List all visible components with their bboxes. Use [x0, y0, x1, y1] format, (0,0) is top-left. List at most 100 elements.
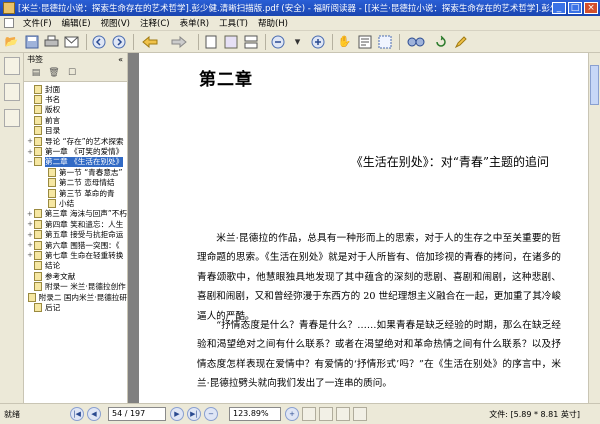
bookmark-item[interactable]: + 第三章 海沫与回声”不朽	[24, 209, 127, 219]
bookmark-item[interactable]: 参考文献	[24, 271, 127, 281]
menu-bar: 文件(F) 编辑(E) 视图(V) 注释(C) 表单(R) 工具(T) 帮助(H…	[0, 16, 600, 31]
bookmark-label: 书名	[45, 95, 61, 105]
next-page-button[interactable]: ▶	[170, 407, 184, 421]
bookmark-item[interactable]: 版权	[24, 105, 127, 115]
bookmark-label: 目录	[45, 126, 61, 136]
document-view[interactable]: 第二章 《生活在别处》：对“青春”主题的追问 米兰·昆德拉的作品，总具有一种形而…	[128, 53, 600, 403]
bookmark-item[interactable]: 附录一 米兰·昆德拉创作	[24, 281, 127, 291]
pages-tab-icon[interactable]	[4, 83, 20, 101]
expand-toggle-icon[interactable]: +	[26, 251, 34, 259]
bookmark-item[interactable]: 封面	[24, 84, 127, 94]
expand-toggle-icon[interactable]: +	[26, 220, 34, 228]
menu-edit[interactable]: 编辑(E)	[57, 17, 96, 29]
zoom-out-button[interactable]: −	[204, 407, 218, 421]
print-icon[interactable]	[43, 33, 60, 50]
facing-page-icon[interactable]	[222, 33, 239, 50]
bookmark-label: 参考文献	[45, 271, 76, 281]
find-icon[interactable]	[403, 33, 429, 50]
continuous-facing-view-icon[interactable]	[353, 407, 367, 421]
bookmark-item[interactable]: 第三节 革命的青	[24, 188, 127, 198]
bookmark-item[interactable]: 目录	[24, 126, 127, 136]
bookmark-label: 第一章 《可笑的爱情》	[45, 147, 124, 157]
first-page-icon[interactable]	[90, 33, 107, 50]
bookmark-label: 第三节 革命的青	[59, 188, 115, 198]
minimize-button[interactable]: _	[552, 2, 566, 14]
save-icon[interactable]	[23, 33, 40, 50]
expand-toggle-icon[interactable]: +	[26, 137, 34, 145]
select-text-icon[interactable]	[356, 33, 373, 50]
bookmark-label: 结论	[45, 261, 61, 271]
expand-toggle-icon[interactable]: −	[26, 158, 34, 166]
bookmark-item[interactable]: + 第四章 笑和遗忘：人生	[24, 219, 127, 229]
bookmark-item[interactable]: + 第一章 《可笑的爱情》	[24, 146, 127, 156]
expand-toggle-icon[interactable]: +	[26, 148, 34, 156]
bookmark-item[interactable]: + 第六章 围猎一突围：《	[24, 240, 127, 250]
expand-toggle-icon[interactable]: +	[26, 231, 34, 239]
zoom-dropdown-icon[interactable]: ▾	[289, 33, 306, 50]
last-page-icon[interactable]	[110, 33, 127, 50]
forward-icon[interactable]	[166, 33, 192, 50]
window-title: [米兰·昆德拉小说：探索生命存在的艺术哲学].彭少健.清晰扫描版.pdf (安全…	[18, 4, 552, 14]
expand-all-icon[interactable]: ▤	[30, 68, 42, 80]
single-page-view-icon[interactable]	[302, 407, 316, 421]
open-icon[interactable]: 📂	[3, 33, 20, 50]
continuous-icon[interactable]	[242, 33, 259, 50]
menu-comment[interactable]: 注释(C)	[135, 17, 175, 29]
previous-page-button[interactable]: ◀	[87, 407, 101, 421]
menu-help[interactable]: 帮助(H)	[253, 17, 293, 29]
bookmark-item[interactable]: 前言	[24, 115, 127, 125]
bookmark-item[interactable]: − 第二章 《生活在别处》	[24, 156, 127, 168]
maximize-button[interactable]: □	[568, 2, 582, 14]
bookmark-item[interactable]: + 第五章 接受与抗拒命运	[24, 229, 127, 239]
bookmark-icon	[34, 136, 42, 146]
document-icon[interactable]	[4, 18, 14, 28]
vertical-scrollbar[interactable]	[588, 53, 600, 403]
zoom-out-icon[interactable]	[269, 33, 286, 50]
last-page-button[interactable]: ▶|	[187, 407, 201, 421]
bookmark-label: 前言	[45, 115, 61, 125]
bookmark-item[interactable]: + 导论 “存在”的艺术探索	[24, 136, 127, 146]
bookmark-item[interactable]: 小结	[24, 198, 127, 208]
page-number-input[interactable]: 54 / 197	[108, 407, 166, 421]
bookmark-item[interactable]: 后记	[24, 302, 127, 312]
bookmark-item[interactable]: 第一节 “青春意志”	[24, 167, 127, 177]
expand-toggle-icon[interactable]: +	[26, 241, 34, 249]
bookmarks-tab-icon[interactable]	[4, 57, 20, 75]
hand-tool-icon[interactable]: ✋	[336, 33, 353, 50]
delete-bookmark-icon[interactable]: 🗑	[48, 68, 60, 80]
close-button[interactable]: ×	[584, 2, 598, 14]
expand-toggle-icon[interactable]: +	[26, 210, 34, 218]
first-page-button[interactable]: |◀	[70, 407, 84, 421]
toolbar-separator	[265, 33, 266, 50]
bookmark-item[interactable]: 第二节 恋母情结	[24, 178, 127, 188]
scrollbar-thumb[interactable]	[590, 65, 599, 105]
back-icon[interactable]	[137, 33, 163, 50]
new-bookmark-icon[interactable]: ☐	[66, 68, 78, 80]
zoom-level-input[interactable]: 123.89%	[229, 407, 281, 421]
email-icon[interactable]	[63, 33, 80, 50]
facing-view-icon[interactable]	[336, 407, 350, 421]
bookmark-item[interactable]: + 第七章 生命在轻重转换	[24, 250, 127, 260]
bookmark-item[interactable]: 书名	[24, 94, 127, 104]
zoom-in-icon[interactable]	[309, 33, 326, 50]
menu-view[interactable]: 视图(V)	[96, 17, 135, 29]
toolbar-separator	[332, 33, 333, 50]
menu-tools[interactable]: 工具(T)	[214, 17, 253, 29]
snapshot-icon[interactable]	[376, 33, 393, 50]
layers-tab-icon[interactable]	[4, 109, 20, 127]
menu-file[interactable]: 文件(F)	[18, 17, 57, 29]
bookmark-icon	[48, 178, 56, 188]
continuous-view-icon[interactable]	[319, 407, 333, 421]
zoom-in-button[interactable]: +	[285, 407, 299, 421]
collapse-panel-button[interactable]: «	[118, 53, 123, 66]
bookmark-item[interactable]: 附录二 国内米兰·昆德拉研	[24, 292, 127, 302]
bookmark-icon	[34, 230, 42, 240]
annotate-icon[interactable]	[452, 33, 469, 50]
rotate-icon[interactable]	[432, 33, 449, 50]
menu-form[interactable]: 表单(R)	[175, 17, 215, 29]
bookmark-item[interactable]: 结论	[24, 261, 127, 271]
bookmarks-title: 书签	[27, 55, 43, 64]
bookmark-label: 导论 “存在”的艺术探索	[45, 136, 124, 146]
single-page-icon[interactable]	[202, 33, 219, 50]
body-paragraph: 米兰·昆德拉的作品，总具有一种形而上的思索，对于人的生存之中至关重要的哲理命题的…	[197, 233, 561, 322]
